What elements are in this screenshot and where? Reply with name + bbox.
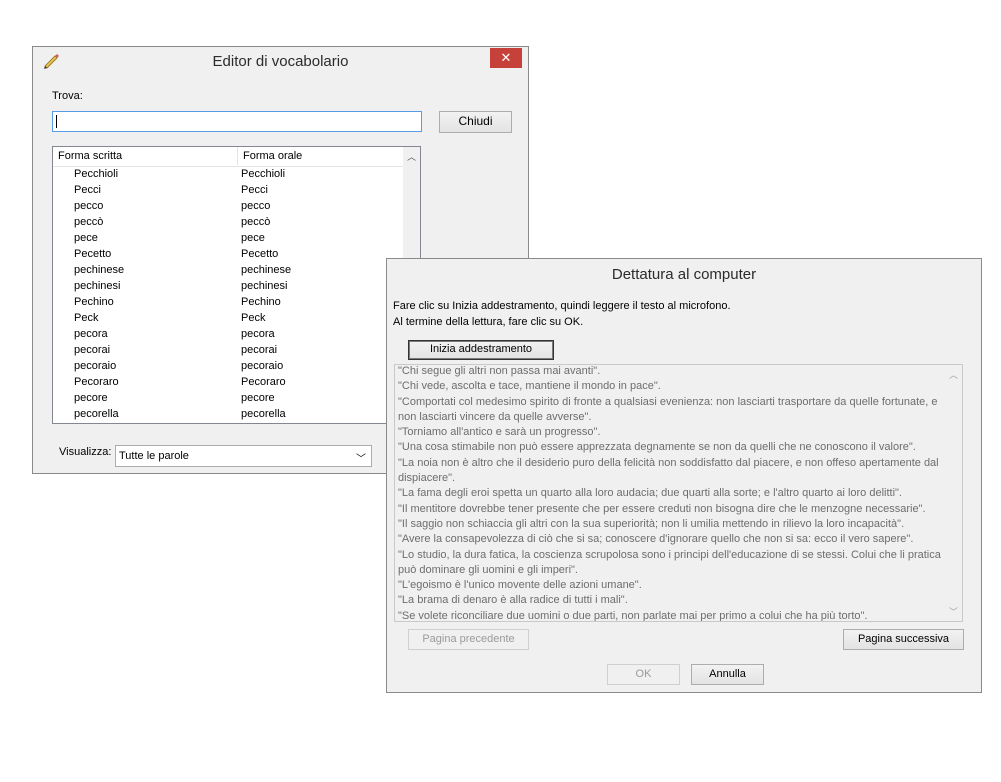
text-line: "Una cosa stimabile non può essere appre…	[398, 441, 916, 454]
written-form: pecore	[74, 392, 108, 404]
chevron-down-icon: ﹀	[356, 454, 366, 465]
written-form: pecorella	[74, 408, 119, 420]
spoken-form: pecco	[241, 200, 271, 212]
close-window-button[interactable]: ✕	[490, 48, 522, 68]
next-page-button[interactable]: Pagina successiva	[843, 629, 964, 650]
written-form: pechinese	[74, 264, 125, 276]
list-item[interactable]: Pecoraro Pecoraro	[53, 375, 403, 391]
list-item[interactable]: pecco pecco	[53, 199, 403, 215]
list-item[interactable]: Pecci Pecci	[53, 183, 403, 199]
text-line: dispiacere".	[398, 472, 456, 485]
written-form: pece	[74, 232, 98, 244]
text-line: "Il saggio non schiaccia gli altri con l…	[398, 517, 905, 530]
written-form: Pecci	[74, 184, 101, 196]
list-item[interactable]: pecoraio pecoraio	[53, 359, 403, 375]
text-caret	[56, 115, 57, 128]
column-header-spoken[interactable]: Forma orale	[243, 150, 302, 162]
close-icon: ✕	[500, 50, 512, 65]
list-item[interactable]: Pecetto Pecetto	[53, 247, 403, 263]
spoken-form: pechinesi	[241, 280, 288, 292]
text-line: può dominare gli uomini e gli imperi".	[398, 563, 578, 576]
written-form: pechinesi	[74, 280, 121, 292]
text-line: non lasciarti vincere da quelle avverse"…	[398, 410, 592, 423]
written-form: Peck	[74, 312, 99, 324]
text-line: "L'egoismo è l'unico movente delle azion…	[398, 579, 642, 592]
written-form: Pechino	[74, 296, 114, 308]
instruction-line-1: Fare clic su Inizia addestramento, quind…	[393, 300, 731, 312]
list-item[interactable]: pechinese pechinese	[53, 263, 403, 279]
find-input[interactable]	[52, 111, 422, 132]
text-line: "Avere la consapevolezza di ciò che si s…	[398, 533, 914, 546]
spoken-form: Pecoraro	[241, 376, 286, 388]
dictation-body: Fare clic su Inizia addestramento, quind…	[388, 289, 980, 691]
list-header: Forma scritta Forma orale	[53, 147, 403, 167]
written-form: pecco	[74, 200, 104, 212]
text-line: "Chi segue gli altri non passa mai avant…	[398, 365, 601, 377]
column-header-written[interactable]: Forma scritta	[58, 150, 122, 162]
text-line: "Il mentitore dovrebbe tener presente ch…	[398, 502, 926, 515]
instruction-line-2: Al termine della lettura, fare clic su O…	[393, 316, 584, 328]
dictation-titlebar[interactable]: Dettatura al computer	[387, 259, 981, 289]
dictation-window-title: Dettatura al computer	[611, 266, 757, 283]
text-line: "La brama di denaro è alla radice di tut…	[398, 594, 628, 607]
list-item[interactable]: Pecchioli Pecchioli	[53, 167, 403, 183]
start-training-button[interactable]: Inizia addestramento	[408, 340, 554, 360]
text-line: "Lo studio, la dura fatica, la coscienza…	[398, 548, 941, 561]
spoken-form: Pechino	[241, 296, 281, 308]
written-form: pecoraio	[74, 360, 117, 372]
spoken-form: peccò	[241, 216, 271, 228]
list-item[interactable]: pecora pecora	[53, 327, 403, 343]
spoken-form: pece	[241, 232, 265, 244]
spoken-form: Pecetto	[241, 248, 279, 260]
text-line: "Se volete riconciliare due uomini o due…	[398, 609, 868, 622]
spoken-form: pecore	[241, 392, 275, 404]
text-line: "La fama degli eroi spetta un quarto all…	[398, 487, 902, 500]
list-item[interactable]: pecorai pecorai	[53, 343, 403, 359]
vocab-titlebar[interactable]: Editor di vocabolario ✕	[33, 47, 528, 75]
view-dropdown-value: Tutte le parole	[119, 450, 189, 462]
spoken-form: pecorai	[241, 344, 278, 356]
text-line: "Torniamo all'antico e sarà un progresso…	[398, 426, 601, 439]
list-item[interactable]: pecore pecore	[53, 391, 403, 407]
view-dropdown[interactable]: Tutte le parole ﹀	[115, 445, 372, 467]
ok-button[interactable]: OK	[607, 664, 680, 685]
scroll-up-icon[interactable]: ︿	[949, 368, 958, 381]
dictation-window: Dettatura al computer Fare clic su Inizi…	[386, 258, 982, 693]
written-form: Pecoraro	[74, 376, 119, 388]
written-form: peccò	[74, 216, 104, 228]
written-form: pecora	[74, 328, 108, 340]
spoken-form: pecoraio	[241, 360, 284, 372]
column-separator[interactable]	[237, 147, 238, 165]
text-line: "Comportati col medesimo spirito di fron…	[398, 395, 938, 408]
list-item[interactable]: Pechino Pechino	[53, 295, 403, 311]
previous-page-button[interactable]: Pagina precedente	[408, 629, 529, 650]
spoken-form: Pecchioli	[241, 168, 286, 180]
view-label: Visualizza:	[59, 446, 112, 458]
text-scrollbar[interactable]: ︿ ﹀	[945, 365, 962, 621]
list-item[interactable]: Peck Peck	[53, 311, 403, 327]
vocab-window-title: Editor di vocabolario	[212, 53, 349, 70]
cancel-button[interactable]: Annulla	[691, 664, 764, 685]
list-item[interactable]: pecorella pecorella	[53, 407, 403, 423]
spoken-form: Pecci	[241, 184, 268, 196]
written-form: Pecchioli	[74, 168, 119, 180]
list-item[interactable]: pechinesi pechinesi	[53, 279, 403, 295]
spoken-form: Peck	[241, 312, 266, 324]
text-line: "Chi vede, ascolta e tace, mantiene il m…	[398, 380, 661, 393]
text-line: "La noia non è altro che il desiderio pu…	[398, 456, 939, 469]
list-item[interactable]: pece pece	[53, 231, 403, 247]
close-button[interactable]: Chiudi	[439, 111, 512, 133]
training-text: "Chi segue gli altri non passa mai avant…	[398, 365, 941, 622]
training-text-box[interactable]: "Chi segue gli altri non passa mai avant…	[394, 364, 963, 622]
list-item[interactable]: peccò peccò	[53, 215, 403, 231]
vocabulary-list[interactable]: Forma scritta Forma orale Pecchioli Pecch…	[52, 146, 421, 424]
written-form: Pecetto	[74, 248, 112, 260]
spoken-form: pechinese	[241, 264, 292, 276]
spoken-form: pecorella	[241, 408, 286, 420]
spoken-form: pecora	[241, 328, 275, 340]
written-form: pecorai	[74, 344, 111, 356]
scroll-up-icon[interactable]: ︿	[407, 150, 416, 163]
scroll-down-icon[interactable]: ﹀	[949, 605, 958, 618]
find-label: Trova:	[52, 90, 83, 102]
